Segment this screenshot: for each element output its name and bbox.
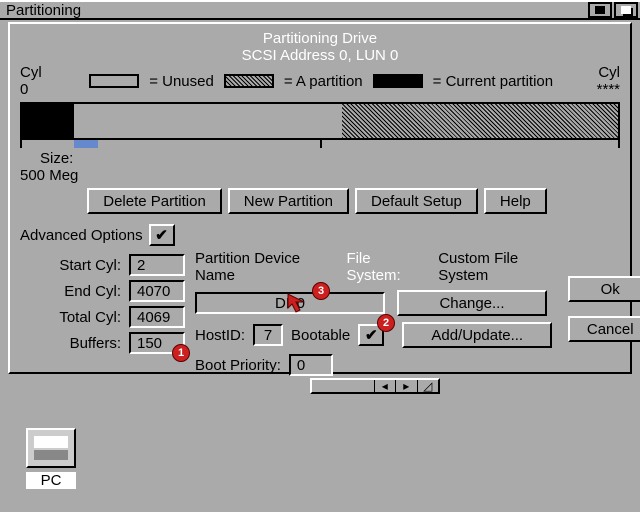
change-button[interactable]: Change... xyxy=(397,290,547,316)
ok-button[interactable]: Ok xyxy=(568,276,640,302)
partitioning-window: Partitioning Drive SCSI Address 0, LUN 0… xyxy=(8,22,632,374)
cancel-button[interactable]: Cancel xyxy=(568,316,640,342)
cylinder-fields: Start Cyl: 2 End Cyl: 4070 Total Cyl: 40… xyxy=(20,250,185,358)
cylinder-ticks xyxy=(20,140,620,148)
filesystem-value: Custom File System xyxy=(438,250,558,284)
size-gadget-icon[interactable]: ◿ xyxy=(417,380,439,392)
startcyl-input[interactable]: 2 xyxy=(129,254,185,276)
boot-priority-input[interactable]: 0 xyxy=(289,354,333,376)
add-update-button[interactable]: Add/Update... xyxy=(402,322,552,348)
device-name-label: Partition Device Name xyxy=(195,250,328,284)
buffers-label: Buffers: xyxy=(70,335,121,352)
depth-gadget[interactable] xyxy=(614,2,638,18)
endcyl-input[interactable]: 4070 xyxy=(129,280,185,302)
buffers-input[interactable]: 150 xyxy=(129,332,185,354)
legend-unused: = Unused xyxy=(149,73,214,90)
window-scroll-gadgets: ◂ ▸ ◿ xyxy=(310,378,440,394)
cyl-value-left: 0 xyxy=(20,81,42,98)
help-button[interactable]: Help xyxy=(484,188,547,214)
scroll-left-icon[interactable]: ◂ xyxy=(374,380,396,392)
desktop-icon-label: PC xyxy=(26,472,76,489)
disk-icon xyxy=(26,428,76,468)
default-setup-button[interactable]: Default Setup xyxy=(355,188,478,214)
legend-swatch-current xyxy=(373,74,423,88)
other-partition-region[interactable] xyxy=(342,104,618,138)
startcyl-label: Start Cyl: xyxy=(59,257,121,274)
legend-current: = Current partition xyxy=(433,73,553,90)
titlebar[interactable]: Partitioning xyxy=(0,0,640,20)
bootable-label: Bootable xyxy=(291,327,350,344)
page-subtitle: SCSI Address 0, LUN 0 xyxy=(20,47,620,64)
filesystem-label: File System: xyxy=(346,250,420,284)
cyl-label-left: Cyl xyxy=(20,64,42,81)
size-value: 500 Meg xyxy=(20,167,78,184)
slider-handle[interactable] xyxy=(74,140,98,148)
legend-swatch-partition xyxy=(224,74,274,88)
size-label: Size: xyxy=(40,150,73,167)
cyl-value-right: **** xyxy=(597,81,620,98)
device-name-input[interactable]: DH0 xyxy=(195,292,385,314)
scroll-track[interactable] xyxy=(312,380,374,392)
desktop-icon-pc[interactable]: PC xyxy=(26,428,76,489)
cylinder-bar[interactable] xyxy=(20,102,620,140)
current-partition-region[interactable] xyxy=(22,104,74,138)
totalcyl-input[interactable]: 4069 xyxy=(129,306,185,328)
hostid-label: HostID: xyxy=(195,327,245,344)
totalcyl-label: Total Cyl: xyxy=(59,309,121,326)
legend-partition: = A partition xyxy=(284,73,363,90)
boot-priority-label: Boot Priority: xyxy=(195,357,281,374)
bootable-checkbox[interactable]: ✔ xyxy=(358,324,384,346)
advanced-options-checkbox[interactable]: ✔ xyxy=(149,224,175,246)
scroll-right-icon[interactable]: ▸ xyxy=(395,380,417,392)
endcyl-label: End Cyl: xyxy=(64,283,121,300)
delete-partition-button[interactable]: Delete Partition xyxy=(87,188,222,214)
new-partition-button[interactable]: New Partition xyxy=(228,188,349,214)
legend-swatch-unused xyxy=(89,74,139,88)
hostid-input[interactable]: 7 xyxy=(253,324,283,346)
page-title: Partitioning Drive xyxy=(20,30,620,47)
window-title: Partitioning xyxy=(6,2,81,19)
cyl-label-right: Cyl xyxy=(597,64,620,81)
zoom-gadget[interactable] xyxy=(588,2,612,18)
advanced-options-label: Advanced Options xyxy=(20,227,143,244)
